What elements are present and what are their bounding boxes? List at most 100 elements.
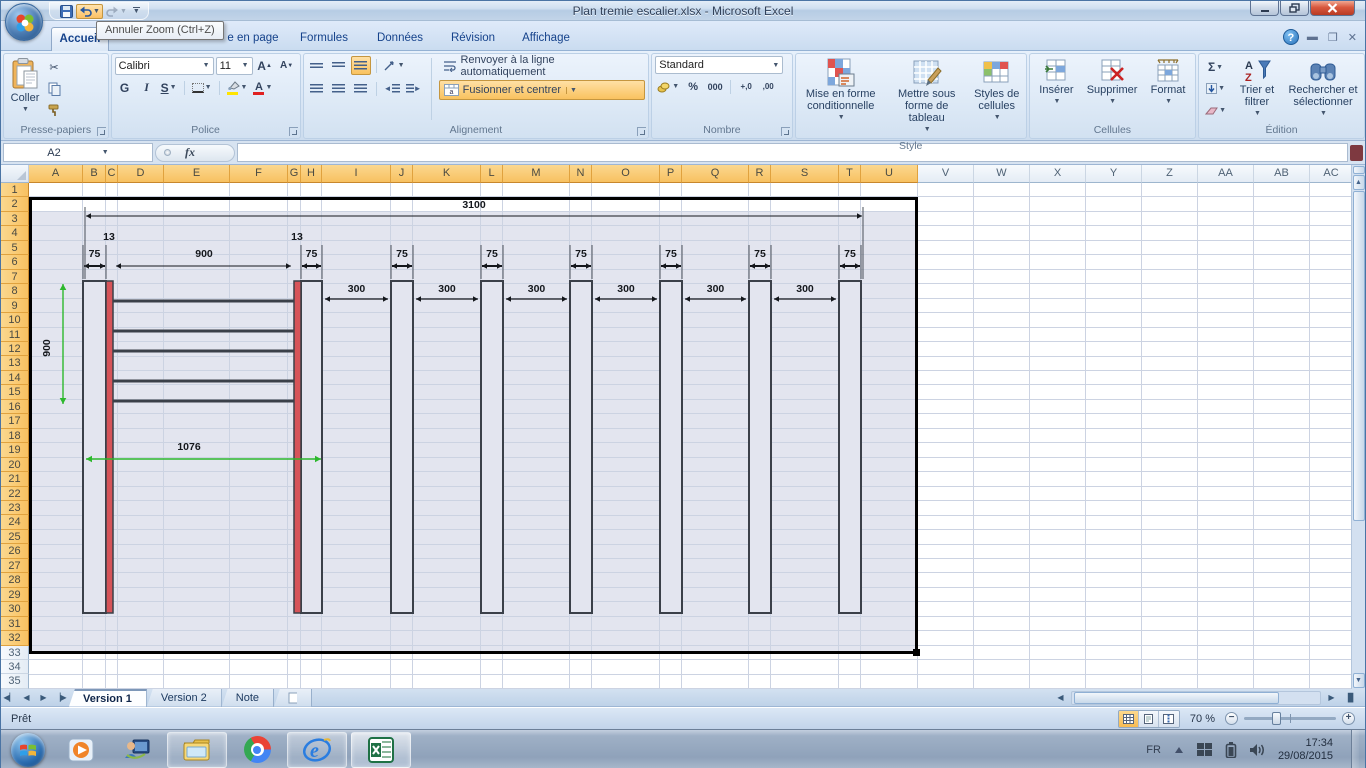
column-header-H[interactable]: H [301, 165, 322, 183]
row-header-9[interactable]: 9 [1, 298, 29, 314]
row-header-1[interactable]: 1 [1, 183, 29, 198]
column-header-C[interactable]: C [106, 165, 118, 183]
clear-button[interactable]: ▼ [1203, 103, 1228, 118]
row-header-28[interactable]: 28 [1, 573, 29, 588]
vscroll-thumb[interactable] [1352, 191, 1365, 521]
tab-revision[interactable]: Révision [441, 27, 505, 51]
row-header-18[interactable]: 18 [1, 428, 29, 444]
column-header-N[interactable]: N [570, 165, 592, 183]
shrink-font-button[interactable]: A ▼ [277, 56, 297, 75]
align-right-button[interactable] [351, 79, 371, 98]
column-header-E[interactable]: E [164, 165, 230, 183]
row-header-8[interactable]: 8 [1, 284, 29, 299]
sheet-tab-version1[interactable]: Version 1 [69, 688, 147, 707]
row-header-14[interactable]: 14 [1, 370, 29, 386]
row-header-16[interactable]: 16 [1, 399, 29, 415]
row-header-31[interactable]: 31 [1, 616, 29, 632]
tab-formules[interactable]: Formules [291, 27, 357, 51]
row-header-15[interactable]: 15 [1, 385, 29, 400]
column-header-V[interactable]: V [918, 165, 974, 183]
fill-button[interactable]: ▼ [1203, 81, 1228, 96]
sheet-tab-version2[interactable]: Version 2 [146, 688, 222, 707]
workbook-close-button[interactable]: ✕ [1348, 31, 1357, 44]
row-header-32[interactable]: 32 [1, 631, 29, 646]
column-header-J[interactable]: J [391, 165, 413, 183]
delete-cells-button[interactable]: Supprimer ▼ [1084, 56, 1141, 122]
column-header-L[interactable]: L [481, 165, 503, 183]
wrap-text-button[interactable]: Renvoyer à la ligne automatiquement [439, 54, 646, 78]
row-header-4[interactable]: 4 [1, 226, 29, 241]
decrease-decimal-button[interactable]: ,00 [758, 77, 778, 96]
column-header-K[interactable]: K [413, 165, 481, 183]
font-name-select[interactable]: Calibri ▼ [114, 56, 214, 75]
format-cells-button[interactable]: Format ▼ [1148, 56, 1189, 122]
name-box-dropdown-arrow[interactable]: ▼ [102, 149, 109, 156]
column-header-G[interactable]: G [288, 165, 301, 183]
column-header-AA[interactable]: AA [1198, 165, 1254, 183]
decrease-indent-button[interactable]: ◄ [382, 79, 402, 98]
copy-button[interactable] [44, 79, 64, 98]
zoom-thumb[interactable] [1271, 712, 1281, 725]
next-sheet-button[interactable]: ▶ [35, 690, 52, 706]
row-header-5[interactable]: 5 [1, 240, 29, 256]
hscroll-left-arrow[interactable]: ◀ [1052, 690, 1069, 706]
row-header-2[interactable]: 2 [1, 197, 29, 212]
align-left-button[interactable] [307, 79, 327, 98]
column-header-Q[interactable]: Q [682, 165, 749, 183]
font-size-select[interactable]: 11 ▼ [215, 56, 253, 75]
tab-donnees[interactable]: Données [367, 27, 433, 51]
taskbar-clock[interactable]: 17:34 29/08/2015 [1278, 737, 1333, 763]
first-sheet-button[interactable]: ◀▏ [1, 690, 18, 706]
borders-button[interactable]: ▼ [190, 78, 214, 97]
merge-center-button[interactable]: a Fusionner et centrer ▼ [438, 80, 646, 100]
cell-styles-button[interactable]: Styles de cellules ▼ [971, 56, 1023, 138]
taskbar-chrome[interactable] [231, 732, 283, 768]
taskbar-remote-assistance[interactable] [111, 732, 163, 768]
language-indicator[interactable]: FR [1146, 744, 1161, 756]
row-header-24[interactable]: 24 [1, 515, 29, 530]
increase-indent-button[interactable]: ► [404, 79, 424, 98]
grow-font-button[interactable]: A ▲ [255, 56, 275, 75]
align-bottom-button[interactable] [350, 56, 371, 75]
name-box[interactable]: A2 ▼ [3, 143, 153, 162]
sort-filter-button[interactable]: A Z Trier et filtrer ▼ [1229, 56, 1285, 122]
column-header-Y[interactable]: Y [1086, 165, 1142, 183]
insert-cells-button[interactable]: Insérer ▼ [1036, 56, 1076, 122]
row-header-30[interactable]: 30 [1, 602, 29, 617]
column-header-U[interactable]: U [861, 165, 918, 183]
zoom-level[interactable]: 70 % [1190, 713, 1215, 725]
taskbar-ie[interactable]: e [287, 731, 347, 768]
row-header-21[interactable]: 21 [1, 472, 29, 487]
row-header-22[interactable]: 22 [1, 486, 29, 501]
accounting-format-button[interactable]: ▼ [655, 77, 681, 96]
insert-worksheet-tab[interactable]: ✱ [274, 688, 313, 707]
paste-dropdown-arrow[interactable]: ▼ [22, 104, 29, 116]
align-top-button[interactable] [307, 56, 327, 75]
column-header-P[interactable]: P [660, 165, 682, 183]
sheet-grid-and-drawing[interactable]: 75 75 75 75 75 75 75 75 3100 900 13 13 300 300 300 300 3… [29, 183, 1353, 689]
row-header-34[interactable]: 34 [1, 659, 29, 675]
fill-color-button[interactable]: ▼ [225, 78, 250, 97]
row-header-20[interactable]: 20 [1, 457, 29, 473]
row-header-7[interactable]: 7 [1, 269, 29, 285]
column-header-M[interactable]: M [503, 165, 570, 183]
select-all-corner[interactable] [1, 165, 29, 183]
taskbar-excel[interactable] [351, 731, 411, 768]
speaker-icon[interactable] [1249, 743, 1266, 757]
align-middle-button[interactable] [329, 56, 349, 75]
battery-icon[interactable] [1225, 741, 1237, 758]
formula-bar-expand-button[interactable] [1350, 144, 1363, 161]
find-select-button[interactable]: Rechercher et sélectionner ▼ [1285, 56, 1361, 122]
number-dialog-launcher[interactable] [780, 127, 790, 136]
row-header-29[interactable]: 29 [1, 587, 29, 603]
column-header-B[interactable]: B [83, 165, 106, 183]
vscroll-down-arrow[interactable]: ▼ [1352, 673, 1365, 688]
taskbar-wmp[interactable] [55, 732, 107, 768]
format-as-table-button[interactable]: Mettre sous forme de tableau ▼ [883, 56, 971, 138]
page-layout-view-button[interactable] [1138, 710, 1159, 727]
workbook-minimize-button[interactable]: ▬ [1307, 31, 1318, 43]
row-header-27[interactable]: 27 [1, 558, 29, 574]
hscroll-thumb[interactable] [1074, 691, 1279, 704]
row-header-23[interactable]: 23 [1, 500, 29, 516]
sheet-tab-note[interactable]: Note [221, 688, 275, 707]
